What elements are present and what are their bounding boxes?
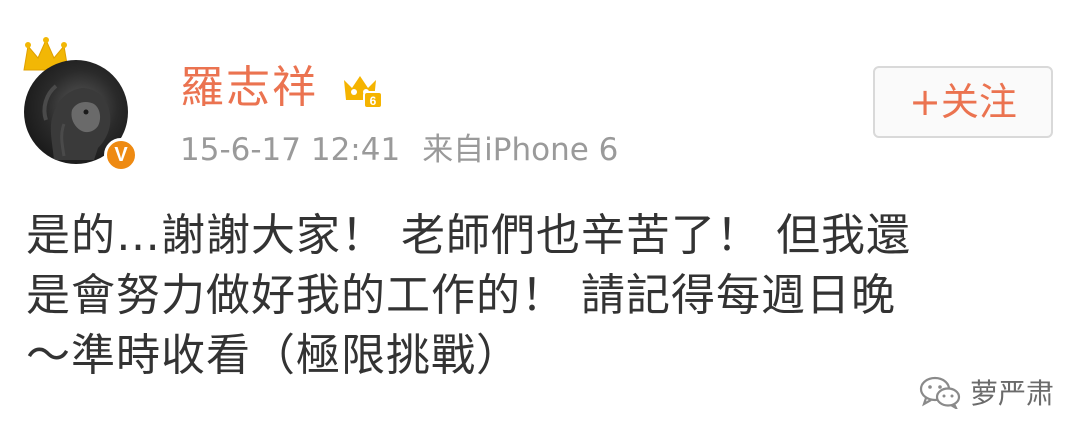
watermark-text: 萝严肃 [970,377,1055,410]
content-line: 是會努力做好我的工作的！ 請記得每週日晚 [26,270,896,321]
post-content: 是的…謝謝大家！ 老師們也辛苦了！ 但我還 是會努力做好我的工作的！ 請記得每週… [26,206,1056,386]
wechat-icon [919,376,961,409]
content-line: ～準時收看（極限挑戰） [26,330,521,381]
svg-text:6: 6 [370,94,377,108]
watermark: 萝严肃 [918,372,1054,412]
post-timestamp[interactable]: 15-6-17 12:41 [180,132,400,168]
follow-button[interactable]: +关注 [873,66,1053,138]
weibo-member-icon[interactable]: 6 [340,70,384,110]
author-avatar-group[interactable]: V [20,36,150,176]
author-name[interactable]: 羅志祥 [180,60,318,116]
post-source: 来自iPhone 6 [422,132,619,168]
weibo-post: V 羅志祥 6 15-6-17 12:41 来自iPhone 6 +关注 是的…謝… [0,0,1080,439]
post-meta: 15-6-17 12:41 来自iPhone 6 [180,130,618,170]
content-line: 是的…謝謝大家！ 老師們也辛苦了！ 但我還 [26,210,911,261]
verified-badge: V [104,138,138,172]
